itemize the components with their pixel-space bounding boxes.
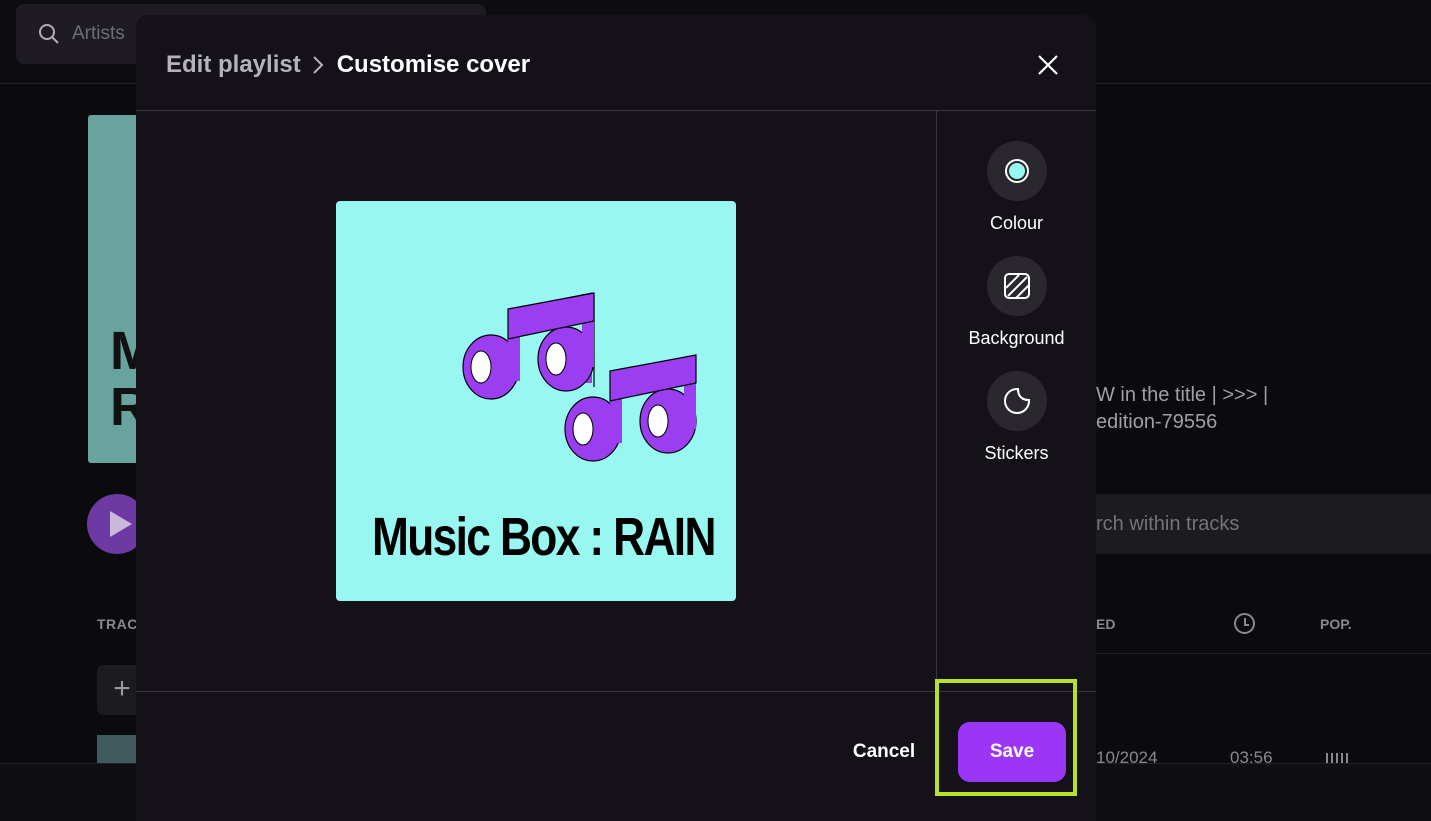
column-header-popularity: POP. (1320, 616, 1352, 632)
search-icon (39, 24, 59, 44)
colour-icon (986, 141, 1047, 201)
save-button[interactable]: Save (958, 722, 1066, 782)
cancel-button[interactable]: Cancel (836, 737, 932, 767)
customise-cover-dialog: Edit playlist Customise cover Music Box … (136, 15, 1096, 821)
tool-background[interactable]: Background (937, 256, 1096, 349)
breadcrumb: Edit playlist Customise cover (166, 51, 530, 79)
tool-background-label: Background (968, 328, 1065, 348)
track-thumbnail (97, 735, 137, 763)
column-header-track: TRAC (97, 616, 138, 632)
search-within-tracks-input[interactable]: rch within tracks (1096, 494, 1431, 554)
sticker-icon (986, 371, 1047, 431)
chevron-right-icon (312, 56, 324, 74)
description-line: edition-79556 (1096, 411, 1218, 433)
cover-tools-panel: Colour Background Stickers (937, 111, 1096, 691)
cover-title-text[interactable]: Music Box : RAIN (372, 506, 716, 568)
cover-editor-canvas: Music Box : RAIN (136, 111, 936, 691)
duration-clock-icon (1234, 613, 1255, 634)
close-icon[interactable] (1033, 50, 1063, 80)
background-pattern-icon (986, 256, 1047, 316)
playlist-description: W in the title | >>> | edition-79556 (1096, 382, 1268, 436)
tool-stickers-label: Stickers (984, 443, 1049, 463)
cover-preview[interactable]: Music Box : RAIN (336, 201, 736, 601)
search-placeholder: Artists (72, 23, 125, 44)
breadcrumb-edit-playlist[interactable]: Edit playlist (166, 51, 301, 79)
dialog-header: Edit playlist Customise cover (136, 15, 1096, 111)
tool-stickers[interactable]: Stickers (937, 371, 1096, 464)
column-header-added: ED (1096, 616, 1116, 632)
description-line: W in the title | >>> | (1096, 384, 1269, 406)
tool-colour-label: Colour (989, 213, 1044, 233)
breadcrumb-customise-cover: Customise cover (336, 51, 531, 78)
table-divider (1096, 653, 1431, 654)
tool-colour[interactable]: Colour (937, 141, 1096, 234)
music-notes-sticker[interactable] (336, 201, 736, 501)
